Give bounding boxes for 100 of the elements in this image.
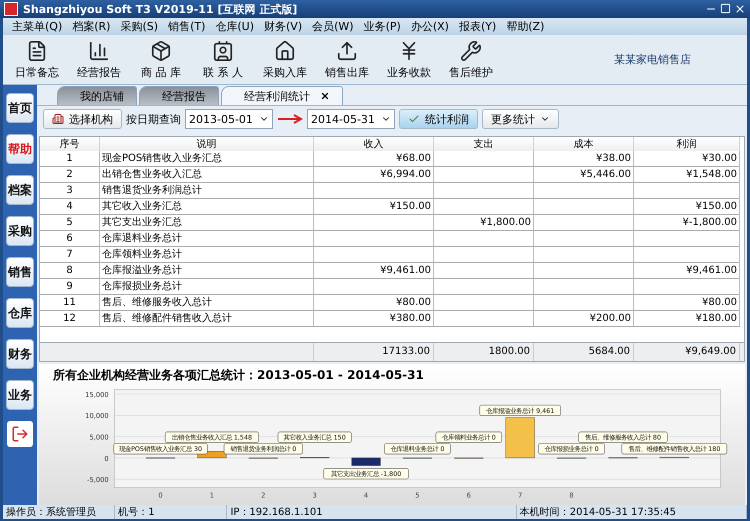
table-cell: 现金POS销售收入业务汇总 <box>100 151 314 167</box>
table-cell: ¥80.00 <box>634 295 740 311</box>
status-item: 本机时间：2014-05-31 17:35:45 <box>516 505 747 519</box>
toolbar-button[interactable]: 经营报告 <box>71 36 127 82</box>
menu-item[interactable]: 销售(T) <box>163 19 210 34</box>
column-header[interactable]: 说明 <box>100 137 314 151</box>
table-cell: 8 <box>40 263 100 279</box>
window-title: Shangzhiyou Soft T3 V2019-11 [互联网 正式版] <box>23 2 298 16</box>
close-icon[interactable] <box>734 3 746 15</box>
menu-item[interactable]: 办公(X) <box>406 19 454 34</box>
chart-title: 所有企业机构经营业务各项汇总统计：2013-05-01 - 2014-05-31 <box>52 367 425 384</box>
column-header[interactable]: 支出 <box>434 137 534 151</box>
sidebar-item[interactable]: 财务 <box>6 339 34 369</box>
table-cell: ¥200.00 <box>534 311 634 327</box>
table-cell: 4 <box>40 199 100 215</box>
toolbar-button[interactable]: 日常备忘 <box>9 36 65 82</box>
sidebar-item[interactable]: 仓库 <box>6 298 34 328</box>
exit-icon[interactable] <box>7 421 33 447</box>
table-cell: 仓库领料业务总计 <box>100 247 314 263</box>
menu-item[interactable]: 仓库(U) <box>210 19 260 34</box>
status-item: 机号：1 <box>115 505 228 519</box>
table-cell: 仓库报损业务总计 <box>100 279 314 295</box>
sidebar-item[interactable]: 档案 <box>6 175 34 205</box>
table-cell: 其它支出业务汇总 <box>100 215 314 231</box>
menu-item[interactable]: 帮助(Z) <box>501 19 550 34</box>
table-cell: ¥6,994.00 <box>314 167 434 183</box>
select-org-button[interactable]: 选择机构 <box>43 109 122 129</box>
menu-item[interactable]: 业务(P) <box>358 19 406 34</box>
menu-item[interactable]: 会员(W) <box>307 19 359 34</box>
table-cell: ¥150.00 <box>314 199 434 215</box>
arrow-icon <box>277 114 303 124</box>
table-cell: ¥180.00 <box>634 311 740 327</box>
document-icon <box>26 40 48 62</box>
toolbar-button[interactable]: 商 品 库 <box>133 36 189 82</box>
app-icon <box>4 2 18 16</box>
toolbar-button[interactable]: 联 系 人 <box>195 36 251 82</box>
bar-chart-icon <box>88 40 110 62</box>
status-item: IP：192.168.1.101 <box>227 505 517 519</box>
table-cell: 其它收入业务汇总 <box>100 199 314 215</box>
bar <box>506 417 535 458</box>
tab[interactable]: 经营报告 <box>139 86 219 105</box>
menu-item[interactable]: 采购(S) <box>115 19 164 34</box>
status-item: 操作员：系统管理员 <box>3 505 116 519</box>
table-cell: 12 <box>40 311 100 327</box>
table-cell: 2 <box>40 167 100 183</box>
sidebar-item[interactable]: 采购 <box>6 216 34 246</box>
menu-item[interactable]: 主菜单(Q) <box>7 19 68 34</box>
toolbar-button[interactable]: 采购入库 <box>257 36 313 82</box>
more-stats-button[interactable]: 更多统计 <box>482 109 559 129</box>
sidebar-item[interactable]: 销售 <box>6 257 34 287</box>
check-icon <box>408 113 420 125</box>
wrench-icon <box>460 40 482 62</box>
box-icon <box>150 40 172 62</box>
total-cell: 1800.00 <box>434 343 534 361</box>
column-header[interactable]: 收入 <box>314 137 434 151</box>
building-icon <box>52 113 64 125</box>
total-cell: 5684.00 <box>534 343 634 361</box>
maximize-icon[interactable] <box>720 3 731 14</box>
sidebar-item[interactable]: 帮助 <box>6 134 34 164</box>
tab[interactable]: 我的店铺 <box>57 86 137 105</box>
total-cell: ¥9,649.00 <box>634 343 740 361</box>
tab[interactable]: 经营利润统计 <box>221 86 343 105</box>
sidebar-item[interactable]: 首页 <box>6 93 34 123</box>
date-from-field[interactable]: 2013-05-01 <box>185 109 273 129</box>
stat-profit-button[interactable]: 统计利润 <box>399 109 478 129</box>
table-cell: 出销仓售业务收入汇总 <box>100 167 314 183</box>
table-cell: 5 <box>40 215 100 231</box>
column-header[interactable]: 成本 <box>534 137 634 151</box>
table-cell: ¥30.00 <box>634 151 740 167</box>
toolbar-button[interactable]: 售后维护 <box>443 36 499 82</box>
date-to-field[interactable]: 2014-05-31 <box>307 109 395 129</box>
table-cell: ¥-1,800.00 <box>634 215 740 231</box>
menu-item[interactable]: 档案(R) <box>67 19 116 34</box>
total-cell: 17133.00 <box>314 343 434 361</box>
table-cell: 销售退货业务利润总计 <box>100 183 314 199</box>
table-cell: 7 <box>40 247 100 263</box>
store-name: 某某家电销售店 <box>614 52 691 67</box>
table-cell: ¥68.00 <box>314 151 434 167</box>
toolbar-button[interactable]: 销售出库 <box>319 36 375 82</box>
table-cell: 3 <box>40 183 100 199</box>
close-icon[interactable] <box>320 91 330 101</box>
table-cell: ¥1,548.00 <box>634 167 740 183</box>
table-cell: ¥38.00 <box>534 151 634 167</box>
sidebar-item[interactable]: 业务 <box>6 380 34 410</box>
table-cell: 售后、维修配件销售收入总计 <box>100 311 314 327</box>
upload-icon <box>336 40 358 62</box>
column-header[interactable]: 序号 <box>40 137 100 151</box>
toolbar-button[interactable]: 业务收款 <box>381 36 437 82</box>
column-header[interactable]: 利润 <box>634 137 740 151</box>
table-cell: 6 <box>40 231 100 247</box>
contact-card-icon <box>212 40 234 62</box>
table-cell: 1 <box>40 151 100 167</box>
table-cell: ¥9,461.00 <box>634 263 740 279</box>
table-cell: 仓库退料业务总计 <box>100 231 314 247</box>
menu-item[interactable]: 报表(Y) <box>454 19 502 34</box>
table-cell: 11 <box>40 295 100 311</box>
table-cell: ¥1,800.00 <box>434 215 534 231</box>
table-cell: ¥5,446.00 <box>534 167 634 183</box>
table-cell: ¥9,461.00 <box>314 263 434 279</box>
menu-item[interactable]: 财务(V) <box>259 19 308 34</box>
